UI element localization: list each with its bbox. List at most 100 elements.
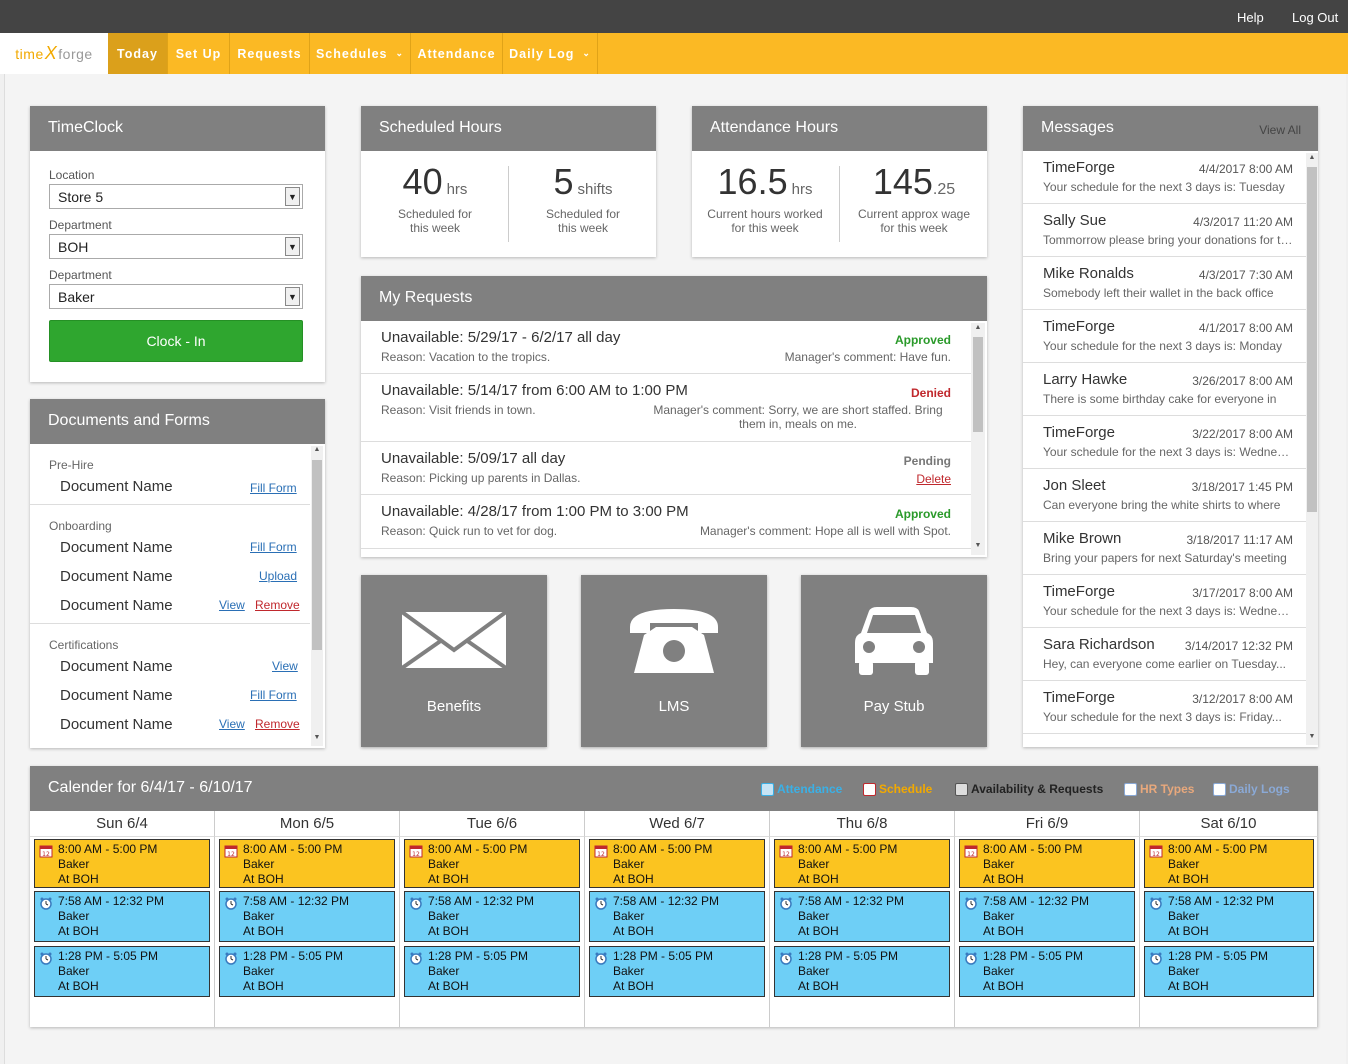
scroll-down-icon[interactable]: ▼ [1306, 733, 1318, 743]
message-preview: Your schedule for the next 3 days is: We… [1043, 445, 1293, 459]
message-item[interactable]: Sara Richardson 3/14/2017 12:32 PM Hey, ca… [1023, 628, 1307, 681]
calendar-icon: 12 [1149, 845, 1163, 858]
legend-daily-logs[interactable]: Daily Logs [1213, 782, 1290, 796]
clock-in-button[interactable]: Clock - In [49, 320, 303, 362]
fill-form-link[interactable]: Fill Form [250, 540, 297, 554]
nav-requests[interactable]: Requests [230, 33, 310, 74]
attendance-event[interactable]: 7:58 AM - 12:32 PM Baker At BOH [589, 891, 765, 942]
document-name: Document Name [60, 687, 173, 704]
legend-attendance[interactable]: Attendance [761, 782, 842, 796]
message-item[interactable]: TimeForge 4/4/2017 8:00 AM Your schedule f… [1023, 151, 1307, 204]
attendance-event[interactable]: 7:58 AM - 12:32 PM Baker At BOH [1144, 891, 1314, 942]
lms-tile[interactable]: LMS [581, 575, 767, 747]
delete-link[interactable]: Delete [891, 472, 951, 486]
day-header[interactable]: Mon 6/5 [215, 811, 400, 837]
nav-today[interactable]: Today [108, 33, 168, 74]
remove-link[interactable]: Remove [255, 717, 300, 731]
message-item[interactable]: Larry Hawke 3/26/2017 8:00 AM There is som… [1023, 363, 1307, 416]
event-time: 7:58 AM - 12:32 PM [58, 894, 165, 908]
day-header[interactable]: Tue 6/6 [400, 811, 585, 837]
view-link[interactable]: View [219, 598, 245, 612]
attendance-event[interactable]: 1:28 PM - 5:05 PM Baker At BOH [959, 946, 1135, 997]
legend-hr-types[interactable]: HR Types [1124, 782, 1194, 796]
location-select[interactable]: Store 5 ▼ [49, 184, 303, 209]
message-item[interactable]: TimeForge 3/22/2017 8:00 AM Your schedule … [1023, 416, 1307, 469]
attendance-event[interactable]: 1:28 PM - 5:05 PM Baker At BOH [219, 946, 395, 997]
attendance-event[interactable]: 7:58 AM - 12:32 PM Baker At BOH [34, 891, 210, 942]
schedule-event[interactable]: 12 8:00 AM - 5:00 PM Baker At BOH [959, 839, 1135, 888]
request-item[interactable]: Unavailable: 5/29/17 - 6/2/17 all day Re… [361, 321, 971, 374]
logout-link[interactable]: Log Out [1292, 10, 1338, 25]
message-item[interactable]: Mike Ronalds 4/3/2017 7:30 AM Somebody lef… [1023, 257, 1307, 310]
legend-label: Daily Logs [1229, 782, 1290, 796]
message-item[interactable]: TimeForge 3/17/2017 8:00 AM Your schedule … [1023, 575, 1307, 628]
view-all-link[interactable]: View All [1259, 123, 1301, 137]
schedule-event[interactable]: 12 8:00 AM - 5:00 PM Baker At BOH [589, 839, 765, 888]
schedule-event[interactable]: 12 8:00 AM - 5:00 PM Baker At BOH [219, 839, 395, 888]
stat-desc: for this week [880, 221, 948, 235]
schedule-event[interactable]: 12 8:00 AM - 5:00 PM Baker At BOH [774, 839, 950, 888]
timeforge-logo[interactable]: time Xforge [0, 33, 108, 74]
nav-setup[interactable]: Set Up [168, 33, 230, 74]
attendance-event[interactable]: 7:58 AM - 12:32 PM Baker At BOH [959, 891, 1135, 942]
message-item[interactable]: Jon Sleet 3/18/2017 1:45 PM Can everyone b… [1023, 469, 1307, 522]
messages-scrollbar[interactable]: ▲ ▼ [1306, 153, 1318, 745]
message-item[interactable]: TimeForge 3/12/2017 8:00 AM Your schedule … [1023, 681, 1307, 734]
scroll-thumb[interactable] [312, 460, 322, 650]
nav-attendance[interactable]: Attendance [411, 33, 503, 74]
department2-value: Baker [58, 289, 95, 305]
day-header[interactable]: Fri 6/9 [955, 811, 1140, 837]
scroll-up-icon[interactable]: ▲ [971, 324, 985, 334]
event-time: 1:28 PM - 5:05 PM [983, 949, 1084, 963]
day-header[interactable]: Sun 6/4 [30, 811, 215, 837]
message-item[interactable]: TimeForge 4/1/2017 8:00 AM Your schedule f… [1023, 310, 1307, 363]
attendance-event[interactable]: 1:28 PM - 5:05 PM Baker At BOH [774, 946, 950, 997]
attendance-event[interactable]: 7:58 AM - 12:32 PM Baker At BOH [774, 891, 950, 942]
scroll-down-icon[interactable]: ▼ [971, 542, 985, 552]
attendance-event[interactable]: 1:28 PM - 5:05 PM Baker At BOH [1144, 946, 1314, 997]
scroll-down-icon[interactable]: ▼ [311, 734, 323, 744]
day-header[interactable]: Wed 6/7 [585, 811, 770, 837]
request-item[interactable]: Unavailable: 4/28/17 from 1:00 PM to 3:0… [361, 495, 971, 549]
schedule-event[interactable]: 12 8:00 AM - 5:00 PM Baker At BOH [34, 839, 210, 888]
view-link[interactable]: View [272, 659, 298, 673]
request-item[interactable]: Unavailable: 5/14/17 from 6:00 AM to 1:0… [361, 374, 971, 442]
attendance-event[interactable]: 1:28 PM - 5:05 PM Baker At BOH [589, 946, 765, 997]
request-item[interactable]: Unavailable: 5/09/17 all day Reason: Pic… [361, 442, 971, 495]
attendance-event[interactable]: 7:58 AM - 12:32 PM Baker At BOH [219, 891, 395, 942]
fill-form-link[interactable]: Fill Form [250, 688, 297, 702]
day-header[interactable]: Thu 6/8 [770, 811, 955, 837]
pay-stub-tile[interactable]: Pay Stub [801, 575, 987, 747]
attendance-event[interactable]: 1:28 PM - 5:05 PM Baker At BOH [404, 946, 580, 997]
requests-scrollbar[interactable]: ▲ ▼ [971, 323, 985, 555]
attendance-event[interactable]: 7:58 AM - 12:32 PM Baker At BOH [404, 891, 580, 942]
day-header[interactable]: Sat 6/10 [1140, 811, 1318, 837]
documents-scrollbar[interactable]: ▲ ▼ [311, 446, 323, 746]
fill-form-link[interactable]: Fill Form [250, 481, 297, 495]
nav-schedules[interactable]: Schedules ⌄ [310, 33, 411, 74]
svg-text:12: 12 [967, 851, 975, 858]
legend-schedule[interactable]: Schedule [863, 782, 932, 796]
benefits-tile[interactable]: Benefits [361, 575, 547, 747]
scroll-thumb[interactable] [973, 337, 983, 432]
help-link[interactable]: Help [1237, 10, 1264, 25]
attendance-hours-title: Attendance Hours [692, 106, 987, 151]
legend-availability[interactable]: Availability & Requests [955, 782, 1103, 796]
department2-select[interactable]: Baker ▼ [49, 284, 303, 309]
attendance-event[interactable]: 1:28 PM - 5:05 PM Baker At BOH [34, 946, 210, 997]
remove-link[interactable]: Remove [255, 598, 300, 612]
scroll-up-icon[interactable]: ▲ [311, 446, 323, 456]
message-item[interactable]: Sally Sue 4/3/2017 11:20 AM Tommorrow plea… [1023, 204, 1307, 257]
scroll-thumb[interactable] [1307, 167, 1317, 512]
schedule-event[interactable]: 12 8:00 AM - 5:00 PM Baker At BOH [404, 839, 580, 888]
nav-daily-log[interactable]: Daily Log ⌄ [503, 33, 598, 74]
event-time: 1:28 PM - 5:05 PM [428, 949, 529, 963]
upload-link[interactable]: Upload [259, 569, 297, 583]
schedule-event[interactable]: 12 8:00 AM - 5:00 PM Baker At BOH [1144, 839, 1314, 888]
event-place: At BOH [1168, 979, 1209, 993]
event-time: 8:00 AM - 5:00 PM [798, 842, 898, 856]
scroll-up-icon[interactable]: ▲ [1306, 154, 1318, 164]
view-link[interactable]: View [219, 717, 245, 731]
message-item[interactable]: Mike Brown 3/18/2017 11:17 AM Bring your p… [1023, 522, 1307, 575]
department-select[interactable]: BOH ▼ [49, 234, 303, 259]
